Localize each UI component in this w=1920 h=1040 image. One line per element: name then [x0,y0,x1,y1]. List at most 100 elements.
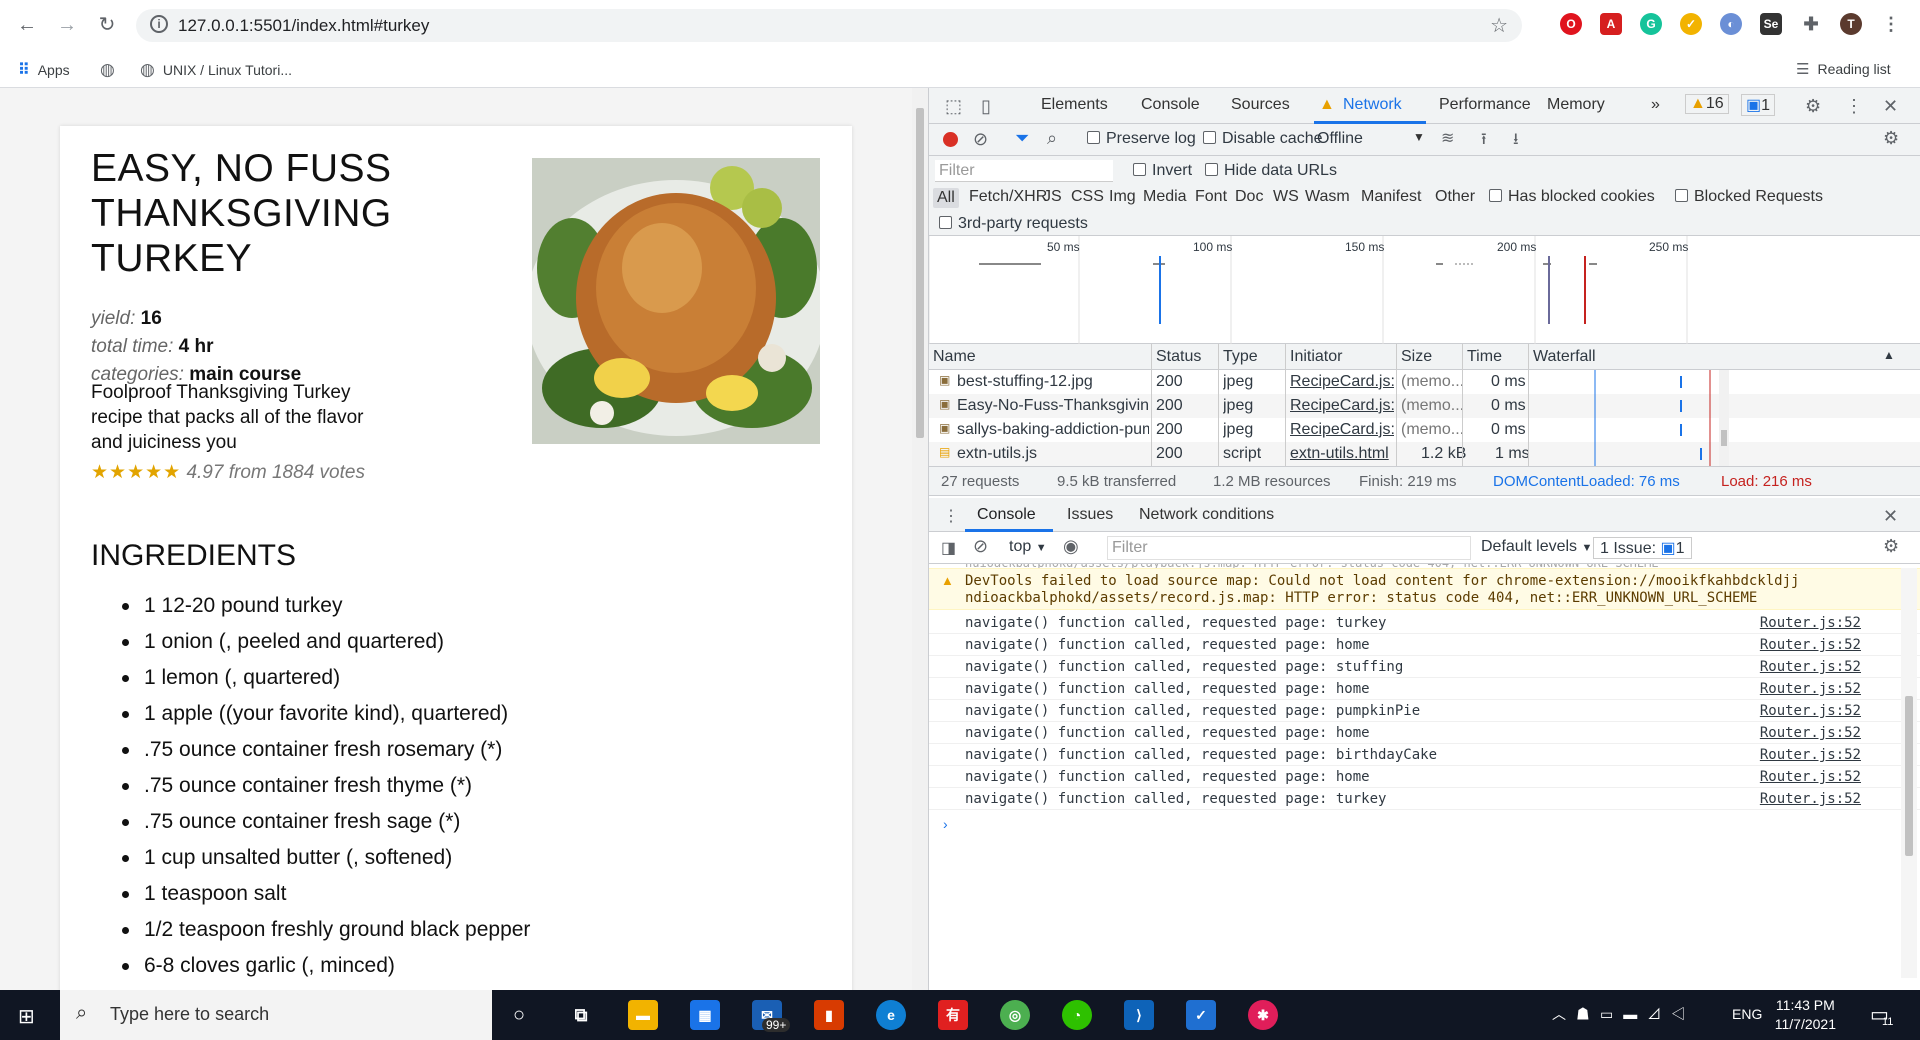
drawer-menu-icon[interactable]: ⋮ [943,506,959,526]
console-prompt-icon[interactable]: › [943,816,948,832]
more-tabs-icon[interactable]: » [1651,96,1660,114]
language-indicator[interactable]: ENG [1732,1006,1762,1022]
type-filter-wasm[interactable]: Wasm [1305,188,1350,206]
extensions-puzzle-icon[interactable]: ✚ [1800,13,1822,35]
network-filter-input[interactable]: Filter [935,160,1113,182]
forward-arrow-icon[interactable]: → [54,12,80,38]
type-filter-ws[interactable]: WS [1273,188,1299,206]
check-extension-icon[interactable]: ✓ [1680,13,1702,35]
taskbar-clock[interactable]: 11:43 PM 11/7/2021 [1775,996,1836,1034]
tab-network[interactable]: Network [1343,96,1402,114]
column-type[interactable]: Type [1223,348,1258,366]
chrome-icon[interactable]: ◎ [1000,1000,1030,1030]
invert-checkbox[interactable]: Invert [1133,162,1192,180]
type-filter-doc[interactable]: Doc [1235,188,1263,206]
store-icon[interactable]: ▦ [690,1000,720,1030]
clear-icon[interactable]: ⊘ [973,129,988,150]
close-devtools-icon[interactable]: ✕ [1883,96,1898,117]
type-filter-manifest[interactable]: Manifest [1361,188,1421,206]
log-source-link[interactable]: Router.js:52 [1760,703,1861,719]
reading-list-button[interactable]: ☰ Reading list [1796,60,1891,78]
column-name[interactable]: Name [933,348,976,366]
filter-funnel-icon[interactable]: ⏷ [1015,128,1029,149]
file-explorer-icon[interactable]: ▬ [628,1000,658,1030]
site-info-icon[interactable]: i [150,15,168,33]
record-icon[interactable] [943,132,958,147]
star-rating-icon[interactable]: ★★★★★ [91,462,181,483]
column-size[interactable]: Size [1401,348,1432,366]
sort-arrow-icon[interactable]: ▲ [1883,348,1895,362]
context-select[interactable]: top ▼ [1009,538,1047,556]
settings-gear-icon[interactable]: ⚙ [1805,96,1821,117]
disable-cache-checkbox[interactable]: Disable cache [1203,130,1323,148]
back-arrow-icon[interactable]: ← [14,12,40,38]
log-source-link[interactable]: Router.js:52 [1760,747,1861,763]
log-source-link[interactable]: Router.js:52 [1760,681,1861,697]
todo-icon[interactable]: ✓ [1186,1000,1216,1030]
hide-data-urls-checkbox[interactable]: Hide data URLs [1205,162,1337,180]
bookmark-globe[interactable]: ◍ [100,60,115,80]
request-initiator[interactable]: RecipeCard.js:1... [1290,421,1394,439]
more-options-icon[interactable]: ⋮ [1845,96,1863,117]
throttle-select[interactable]: Offline [1317,130,1363,148]
column-time[interactable]: Time [1467,348,1502,366]
edge-icon[interactable]: e [876,1000,906,1030]
type-filter-css[interactable]: CSS [1071,188,1104,206]
type-filter-fetch[interactable]: Fetch/XHR [969,188,1047,206]
grammarly-extension-icon[interactable]: G [1640,13,1662,35]
messages-badge[interactable]: ▣1 [1741,94,1776,116]
selenium-extension-icon[interactable]: Se [1760,13,1782,35]
request-initiator[interactable]: extn-utils.html [1290,445,1394,463]
url-text[interactable]: 127.0.0.1:5501/index.html#turkey [178,16,429,36]
taskbar-search-box[interactable]: ⌕ Type here to search [60,990,492,1040]
log-source-link[interactable]: Router.js:52 [1760,637,1861,653]
sidebar-toggle-icon[interactable]: ◨ [941,538,956,558]
windows-start-icon[interactable]: ⊞ [18,1004,35,1029]
log-source-link[interactable]: Router.js:52 [1760,769,1861,785]
dropdown-arrow-icon[interactable]: ▼ [1413,130,1425,144]
type-filter-other[interactable]: Other [1435,188,1475,206]
blocked-requests-checkbox[interactable]: Blocked Requests [1675,188,1823,206]
tab-console[interactable]: Console [1141,96,1200,114]
console-settings-gear-icon[interactable]: ⚙ [1883,536,1899,557]
blue-extension-icon[interactable]: ◐ [1720,13,1742,35]
log-levels-select[interactable]: Default levels ▼ [1481,538,1592,556]
page-scrollbar-thumb[interactable] [916,108,924,438]
column-initiator[interactable]: Initiator [1290,348,1342,366]
column-waterfall[interactable]: Waterfall [1533,348,1596,366]
vscode-icon[interactable]: ⟩ [1124,1000,1154,1030]
network-overview[interactable]: 50 ms 100 ms 150 ms 200 ms 250 ms [928,236,1920,344]
cortana-icon[interactable]: ○ [504,1000,534,1030]
preserve-log-checkbox[interactable]: Preserve log [1087,130,1196,148]
log-source-link[interactable]: Router.js:52 [1760,791,1861,807]
type-filter-font[interactable]: Font [1195,188,1227,206]
page-scrollbar[interactable] [912,88,928,990]
third-party-checkbox[interactable]: 3rd-party requests [939,215,1088,233]
column-status[interactable]: Status [1156,348,1201,366]
close-drawer-icon[interactable]: ✕ [1883,506,1898,527]
pdf-extension-icon[interactable]: A [1600,13,1622,35]
type-filter-media[interactable]: Media [1143,188,1187,206]
tab-memory[interactable]: Memory [1547,96,1605,114]
office-icon[interactable]: ▮ [814,1000,844,1030]
youdao-icon[interactable]: 有 [938,1000,968,1030]
issues-counter-button[interactable]: 1 Issue: ▣1 [1593,537,1692,559]
request-initiator[interactable]: RecipeCard.js:1... [1290,373,1394,391]
clear-console-icon[interactable]: ⊘ [973,536,988,557]
tab-elements[interactable]: Elements [1041,96,1108,114]
tab-performance[interactable]: Performance [1439,96,1531,114]
drawer-tab-issues[interactable]: Issues [1067,506,1113,524]
network-conditions-icon[interactable]: ≋ [1441,128,1454,148]
device-toolbar-icon[interactable]: ▯ [981,96,991,117]
drawer-tab-network-conditions[interactable]: Network conditions [1139,506,1274,524]
bookmark-apps[interactable]: ⠿ Apps [18,60,70,80]
wechat-icon[interactable]: ◔ [1062,1000,1092,1030]
task-view-icon[interactable]: ⧉ [566,1000,596,1030]
import-har-icon[interactable]: ⭱ [1481,128,1487,155]
log-source-link[interactable]: Router.js:52 [1760,659,1861,675]
system-tray-icons[interactable]: ︿☗▭▬⊿◁ [1552,1004,1695,1024]
type-filter-all[interactable]: All [933,188,959,208]
log-source-link[interactable]: Router.js:52 [1760,615,1861,631]
console-filter-input[interactable]: Filter [1107,536,1471,560]
export-har-icon[interactable]: ⭳ [1513,128,1519,155]
